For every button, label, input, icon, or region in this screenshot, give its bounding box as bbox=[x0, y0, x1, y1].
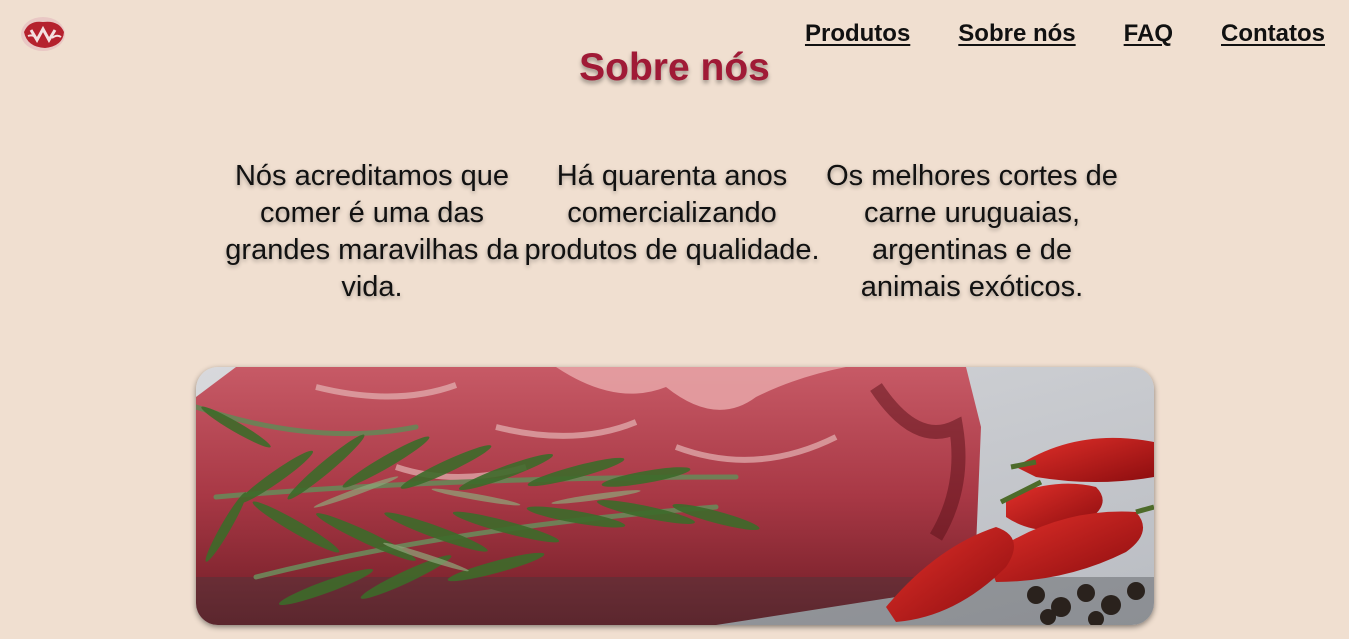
page: Produtos Sobre nós FAQ Contatos Sobre nó… bbox=[0, 0, 1349, 639]
feature-text-1: Nós acreditamos que comer é uma das gran… bbox=[225, 160, 519, 303]
page-title: Sobre nós bbox=[579, 46, 770, 89]
feature-text-2: Há quarenta anos comercializando produto… bbox=[524, 160, 820, 266]
nav-link-contatos[interactable]: Contatos bbox=[1221, 20, 1325, 48]
main-nav: Produtos Sobre nós FAQ Contatos bbox=[805, 20, 1325, 48]
hero-image bbox=[196, 367, 1154, 625]
nav-link-faq[interactable]: FAQ bbox=[1124, 20, 1173, 48]
nav-link-produtos[interactable]: Produtos bbox=[805, 20, 910, 48]
nav-link-sobre-nos[interactable]: Sobre nós bbox=[958, 20, 1075, 48]
feature-text-3: Os melhores cortes de carne uruguaias, a… bbox=[826, 160, 1118, 303]
features-row: Nós acreditamos que comer é uma das gran… bbox=[222, 158, 1122, 306]
